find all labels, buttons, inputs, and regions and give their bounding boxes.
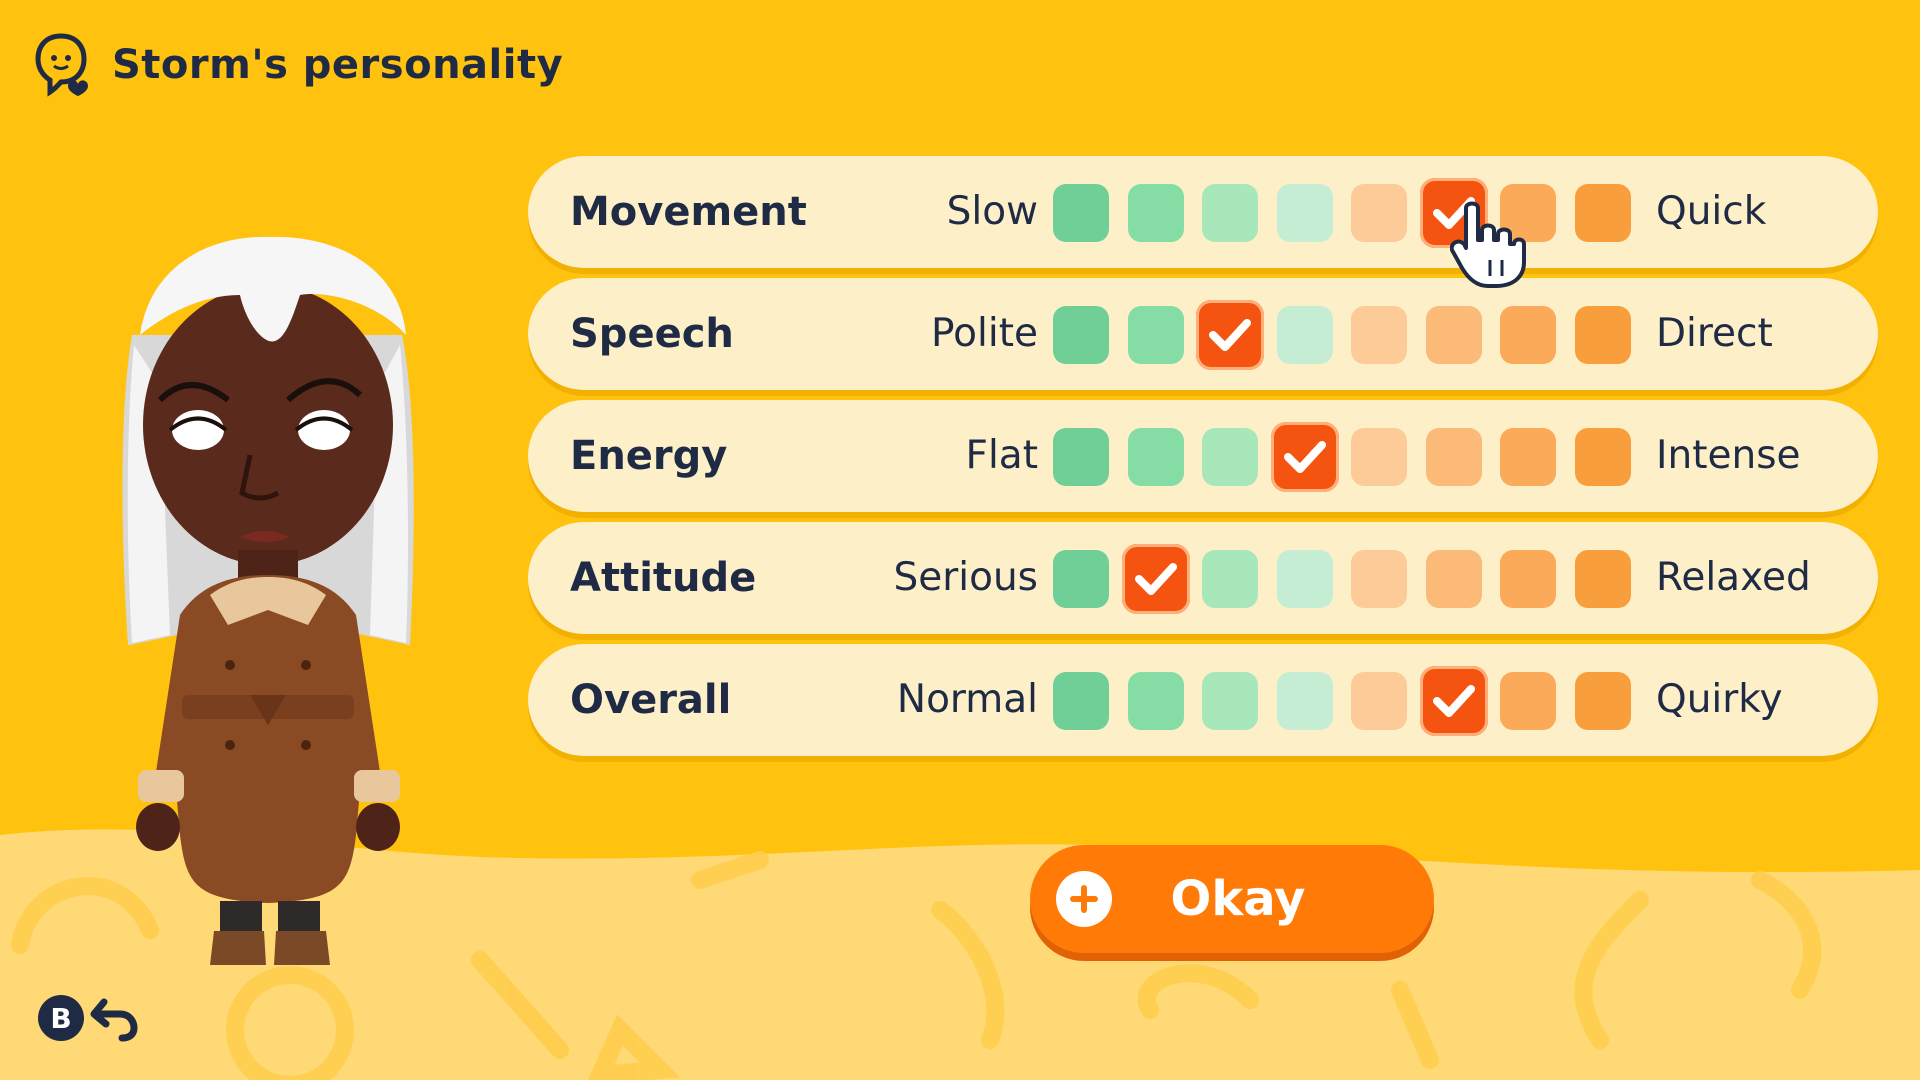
trait-row: Attitude Serious Relaxed (528, 522, 1878, 634)
scale-cell[interactable] (1574, 184, 1631, 242)
plus-icon (1056, 871, 1112, 927)
scale-cell[interactable] (1574, 550, 1631, 608)
trait-scale (1053, 422, 1631, 492)
trait-label: Speech (570, 311, 734, 357)
scale-cell-selected[interactable] (1121, 544, 1190, 614)
scale-cell[interactable] (1053, 672, 1109, 730)
trait-right-word: Relaxed (1656, 555, 1811, 600)
head-heart-icon (35, 33, 88, 97)
scale-cell[interactable] (1127, 306, 1184, 364)
scale-cell-selected[interactable] (1270, 422, 1339, 492)
checkmark-icon (1283, 441, 1326, 473)
scale-cell[interactable] (1351, 672, 1407, 730)
trait-label: Attitude (570, 555, 757, 601)
trait-left-word: Flat (965, 433, 1038, 478)
scale-cell[interactable] (1276, 672, 1333, 730)
page-title: Storm's personality (112, 42, 564, 88)
back-arrow-icon (90, 998, 138, 1042)
scale-cell-selected[interactable] (1419, 178, 1488, 248)
scale-cell-selected[interactable] (1196, 300, 1264, 370)
trait-label: Movement (570, 189, 807, 235)
trait-scale (1053, 300, 1631, 370)
trait-right-word: Quick (1656, 189, 1767, 234)
trait-right-word: Intense (1656, 433, 1801, 478)
trait-left-word: Normal (896, 677, 1038, 722)
okay-label: Okay (1170, 871, 1306, 927)
trait-row: Energy Flat Intense (528, 400, 1878, 512)
header: Storm's personality (32, 30, 563, 100)
scale-cell[interactable] (1574, 428, 1631, 486)
scale-cell[interactable] (1053, 184, 1109, 242)
scale-cell[interactable] (1425, 306, 1482, 364)
trait-right-word: Direct (1656, 311, 1773, 356)
scale-cell[interactable] (1202, 672, 1258, 730)
b-button-glyph: B (38, 995, 84, 1041)
trait-scale (1053, 544, 1631, 614)
trait-right-word: Quirky (1656, 677, 1783, 722)
back-control[interactable]: B (38, 990, 140, 1046)
scale-cell[interactable] (1127, 672, 1184, 730)
scale-cell[interactable] (1127, 184, 1184, 242)
scale-cell[interactable] (1202, 184, 1258, 242)
scale-cell[interactable] (1276, 184, 1333, 242)
trait-row: Overall Normal Quirky (528, 644, 1878, 756)
scale-cell[interactable] (1351, 306, 1407, 364)
scale-cell[interactable] (1202, 428, 1258, 486)
scale-cell[interactable] (1351, 428, 1407, 486)
scale-cell[interactable] (1500, 184, 1556, 242)
trait-row: Speech Polite Direct (528, 278, 1878, 390)
checkmark-icon (1432, 685, 1475, 717)
trait-left-word: Slow (946, 189, 1038, 234)
scale-cell[interactable] (1425, 428, 1482, 486)
trait-row: Movement Slow Quick (528, 156, 1878, 268)
scale-cell[interactable] (1500, 672, 1556, 730)
scale-cell[interactable] (1574, 672, 1631, 730)
scale-cell[interactable] (1276, 306, 1333, 364)
scale-cell[interactable] (1127, 428, 1184, 486)
checkmark-icon (1432, 197, 1475, 229)
trait-scale (1053, 666, 1631, 736)
scale-cell[interactable] (1053, 306, 1109, 364)
scale-cell[interactable] (1500, 550, 1556, 608)
trait-label: Overall (570, 677, 732, 723)
scale-cell[interactable] (1500, 428, 1556, 486)
trait-left-word: Serious (893, 555, 1038, 600)
mii-character (122, 236, 414, 965)
personality-rows: Movement Slow Quick Speech Polite Direct Energ… (528, 156, 1878, 766)
checkmark-icon (1134, 563, 1177, 595)
scale-cell[interactable] (1053, 550, 1109, 608)
trait-left-word: Polite (931, 311, 1038, 356)
checkmark-icon (1209, 319, 1251, 351)
scale-cell[interactable] (1574, 306, 1631, 364)
scale-cell-selected[interactable] (1419, 666, 1488, 736)
scale-cell[interactable] (1351, 550, 1407, 608)
scale-cell[interactable] (1500, 306, 1556, 364)
okay-button[interactable]: Okay (1030, 845, 1434, 953)
trait-scale (1053, 178, 1631, 248)
scale-cell[interactable] (1351, 184, 1407, 242)
scale-cell[interactable] (1053, 428, 1109, 486)
trait-label: Energy (570, 433, 728, 479)
scale-cell[interactable] (1425, 550, 1482, 608)
scale-cell[interactable] (1276, 550, 1333, 608)
scale-cell[interactable] (1202, 550, 1258, 608)
